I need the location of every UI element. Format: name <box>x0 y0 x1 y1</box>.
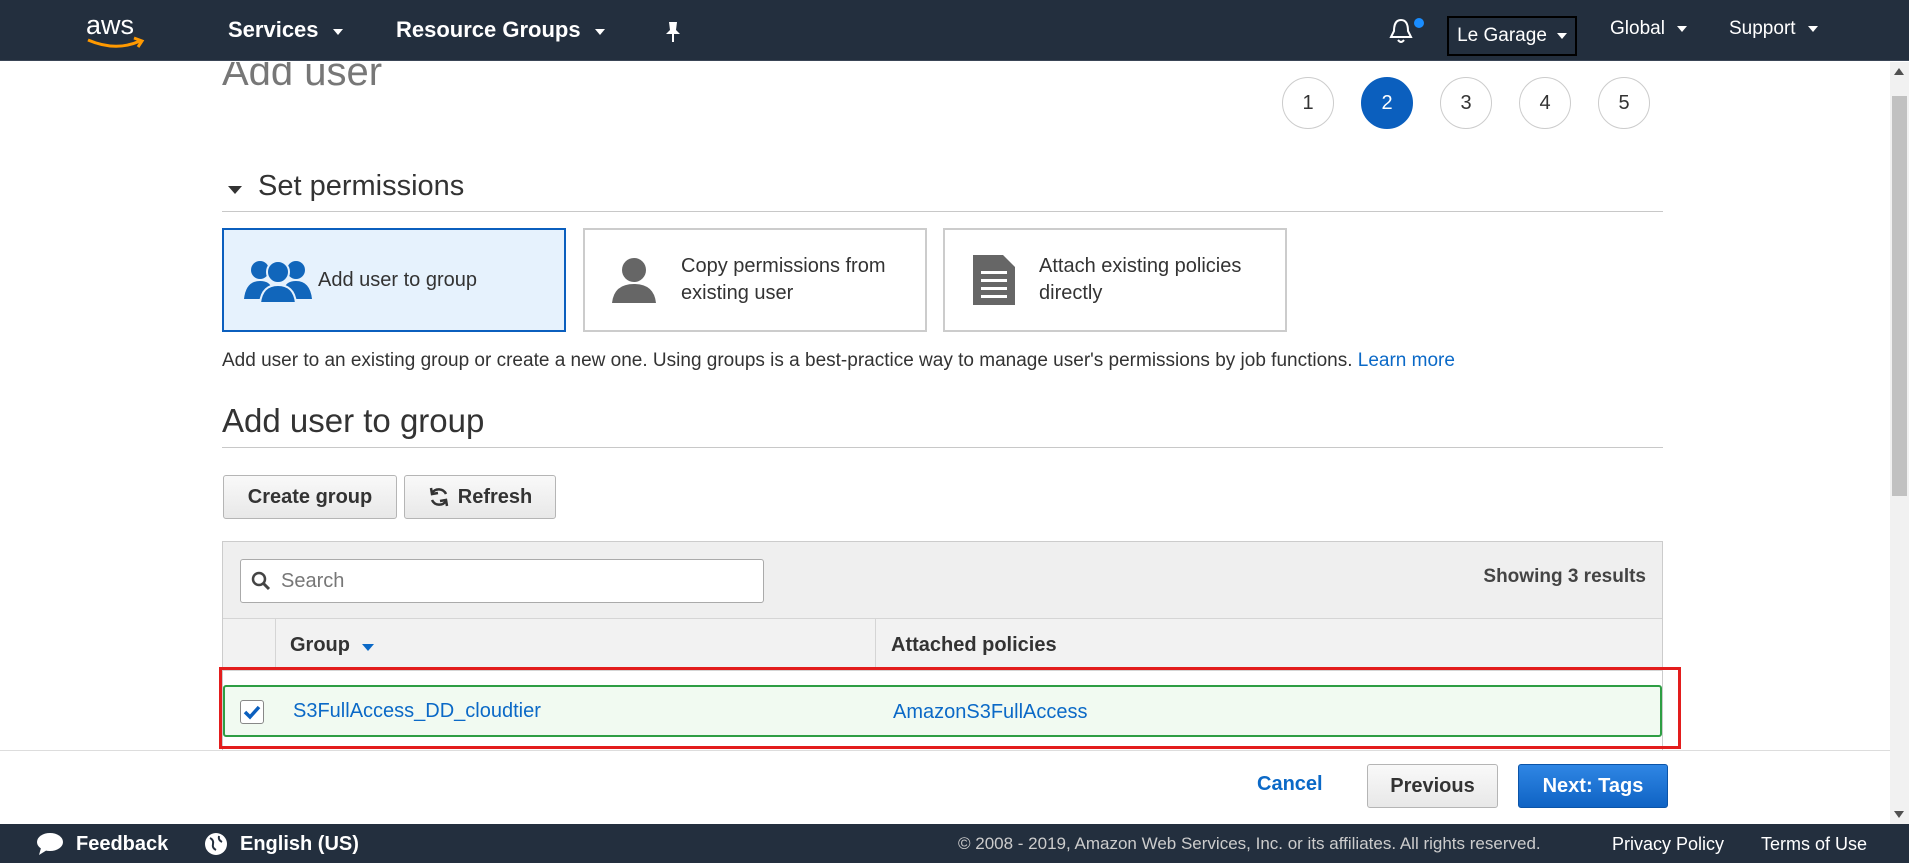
sort-descending-icon <box>362 643 374 651</box>
language-label: English (US) <box>240 832 359 855</box>
refresh-label: Refresh <box>457 485 533 508</box>
create-group-button[interactable]: Create group <box>223 475 397 519</box>
previous-label: Previous <box>1390 774 1475 797</box>
wizard-steps: 1 2 3 4 5 <box>1282 77 1650 129</box>
scroll-down-arrow-icon[interactable] <box>1894 811 1904 818</box>
notifications-bell-icon[interactable] <box>1386 16 1416 46</box>
header-group-column[interactable]: Group <box>276 619 876 671</box>
create-group-label: Create group <box>247 485 373 508</box>
feedback-button[interactable]: Feedback <box>36 832 168 856</box>
user-icon <box>612 258 656 303</box>
add-user-to-group-header: Add user to group <box>222 402 1663 448</box>
table-toolbar: Showing 3 results <box>223 542 1662 619</box>
step-5[interactable]: 5 <box>1598 77 1650 129</box>
resource-groups-menu[interactable]: Resource Groups <box>396 17 605 43</box>
set-permissions-header[interactable]: Set permissions <box>222 166 1663 212</box>
copyright-text: © 2008 - 2019, Amazon Web Services, Inc.… <box>958 834 1541 853</box>
next-tags-label: Next: Tags <box>1542 774 1644 797</box>
region-menu[interactable]: Global <box>1610 18 1687 40</box>
refresh-button[interactable]: Refresh <box>404 475 556 519</box>
support-menu[interactable]: Support <box>1729 18 1818 40</box>
footer: Feedback English (US) © 2008 - 2019, Ama… <box>0 824 1909 863</box>
permissions-description: Add user to an existing group or create … <box>222 350 1455 372</box>
region-label: Global <box>1610 18 1665 39</box>
search-input[interactable] <box>279 568 739 594</box>
chevron-down-icon <box>1807 26 1818 32</box>
language-selector[interactable]: English (US) <box>204 832 359 856</box>
header-policies-column: Attached policies <box>876 619 1057 671</box>
results-count: Showing 3 results <box>1483 566 1646 587</box>
chevron-down-icon <box>1556 33 1567 39</box>
services-label: Services <box>228 17 319 42</box>
step-4[interactable]: 4 <box>1519 77 1571 129</box>
group-users-icon <box>244 260 312 304</box>
step-3[interactable]: 3 <box>1440 77 1492 129</box>
option-add-user-to-group[interactable]: Add user to group <box>222 228 566 332</box>
chevron-down-icon <box>594 29 605 35</box>
header-group-label: Group <box>290 633 350 656</box>
aws-smile-icon <box>87 36 145 48</box>
policy-link[interactable]: AmazonS3FullAccess <box>893 701 1088 724</box>
notification-indicator <box>1414 18 1424 28</box>
account-name: Le Garage <box>1457 25 1547 46</box>
feedback-label: Feedback <box>76 832 169 855</box>
option-attach-policies-label: Attach existing policies directly <box>1039 255 1242 304</box>
chevron-down-icon <box>332 29 343 35</box>
refresh-icon <box>429 487 448 507</box>
services-menu[interactable]: Services <box>228 17 343 43</box>
account-menu[interactable]: Le Garage <box>1447 16 1577 56</box>
terms-of-use-link[interactable]: Terms of Use <box>1761 834 1867 855</box>
collapse-triangle-icon <box>228 186 242 194</box>
search-box[interactable] <box>240 559 764 603</box>
page-title: Add user <box>222 62 383 94</box>
main-content: Add user 1 2 3 4 5 Set permissions Add u… <box>0 62 1890 750</box>
vertical-scrollbar[interactable] <box>1890 62 1909 824</box>
aws-logo[interactable]: aws <box>86 10 150 52</box>
scrollbar-thumb[interactable] <box>1892 96 1907 496</box>
add-user-to-group-heading: Add user to group <box>222 402 485 439</box>
table-header: Group Attached policies <box>223 619 1662 671</box>
row-checkbox[interactable] <box>240 700 264 724</box>
table-row[interactable]: S3FullAccess_DD_cloudtier AmazonS3FullAc… <box>223 685 1662 737</box>
header-policies-label: Attached policies <box>891 633 1057 656</box>
option-copy-permissions[interactable]: Copy permissions from existing user <box>583 228 927 332</box>
chevron-down-icon <box>1676 26 1687 32</box>
globe-icon <box>205 833 227 855</box>
wizard-action-bar: Cancel Previous Next: Tags <box>0 750 1890 824</box>
previous-button[interactable]: Previous <box>1367 764 1498 808</box>
checkmark-icon <box>243 705 261 720</box>
option-attach-policies[interactable]: Attach existing policies directly <box>943 228 1287 332</box>
learn-more-link[interactable]: Learn more <box>1358 350 1455 371</box>
option-add-user-to-group-label: Add user to group <box>318 268 477 291</box>
resource-groups-label: Resource Groups <box>396 17 581 42</box>
top-navigation-bar: aws Services Resource Groups Le Garage G… <box>0 0 1909 61</box>
next-tags-button[interactable]: Next: Tags <box>1518 764 1668 808</box>
step-1[interactable]: 1 <box>1282 77 1334 129</box>
privacy-policy-link[interactable]: Privacy Policy <box>1612 834 1724 855</box>
search-icon <box>251 571 271 591</box>
groups-table: Showing 3 results Group Attached policie… <box>222 541 1663 750</box>
cancel-button[interactable]: Cancel <box>1257 773 1323 796</box>
option-copy-permissions-label: Copy permissions from existing user <box>681 255 886 304</box>
support-label: Support <box>1729 18 1796 39</box>
speech-bubble-icon <box>37 833 63 855</box>
set-permissions-heading: Set permissions <box>258 170 465 202</box>
pin-icon[interactable] <box>663 20 683 44</box>
permissions-description-text: Add user to an existing group or create … <box>222 350 1353 371</box>
header-checkbox-column <box>223 619 276 671</box>
step-2-active[interactable]: 2 <box>1361 77 1413 129</box>
document-icon <box>973 255 1015 305</box>
scroll-up-arrow-icon[interactable] <box>1894 68 1904 75</box>
group-name-link[interactable]: S3FullAccess_DD_cloudtier <box>293 700 541 723</box>
